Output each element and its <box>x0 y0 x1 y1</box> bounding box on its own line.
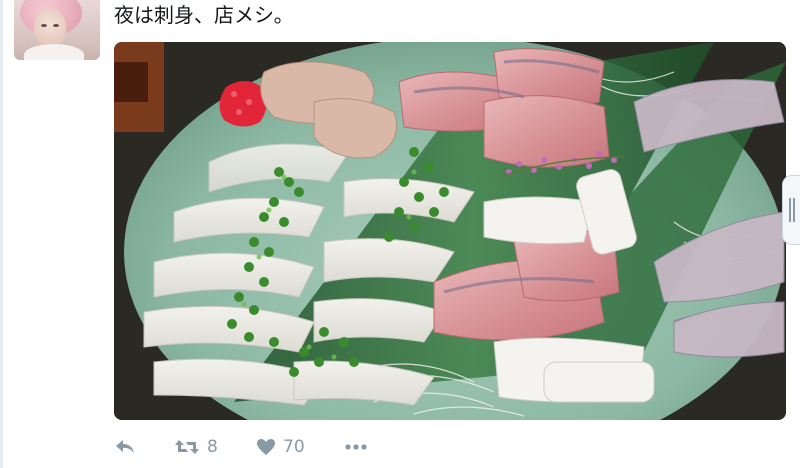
avatar-eye-right <box>53 24 59 27</box>
retweet-icon <box>175 440 199 454</box>
scroll-handle[interactable] <box>782 175 800 245</box>
scroll-grip-icon <box>789 198 791 222</box>
retweet-button[interactable]: 8 <box>174 434 218 460</box>
like-count: 70 <box>283 437 305 457</box>
like-button[interactable]: 70 <box>256 434 305 460</box>
avatar-eye-left <box>41 24 47 27</box>
retweet-count: 8 <box>207 437 218 457</box>
timeline-divider <box>0 0 3 468</box>
tweet-photo[interactable] <box>114 42 786 420</box>
tweet-action-bar: 8 70 <box>114 432 454 462</box>
avatar-shoulder <box>24 44 84 60</box>
heart-icon <box>257 439 275 455</box>
more-dots-icon <box>345 444 367 450</box>
reply-icon <box>116 440 134 453</box>
reply-button[interactable] <box>114 434 136 460</box>
user-avatar[interactable] <box>14 0 100 60</box>
tweet-text: 夜は刺身、店メシ。 <box>114 3 294 27</box>
sashimi-photo-graphic <box>114 42 786 420</box>
more-options-button[interactable] <box>344 434 368 460</box>
avatar-face <box>34 8 66 48</box>
